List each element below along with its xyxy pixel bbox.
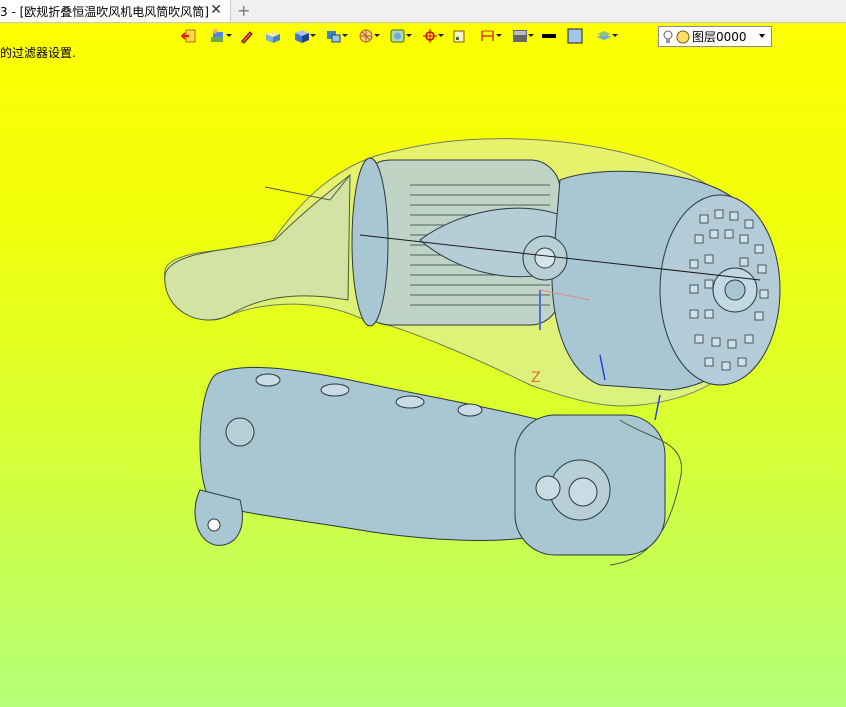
- new-tab-icon[interactable]: +: [237, 1, 250, 20]
- layer-label: 图层0000: [692, 30, 747, 44]
- status-message: 的过滤器设置.: [0, 46, 76, 60]
- layers-view-icon[interactable]: [204, 26, 232, 46]
- layer-stack-icon[interactable]: [590, 26, 618, 46]
- view-toolbar: [178, 25, 618, 47]
- section-view-icon[interactable]: [352, 26, 380, 46]
- shaded-solid-icon[interactable]: [262, 26, 284, 46]
- hair-dryer-model: Z: [164, 138, 781, 566]
- exit-icon[interactable]: [178, 26, 200, 46]
- svg-text:Z: Z: [531, 370, 541, 386]
- background-icon[interactable]: [506, 26, 534, 46]
- work-plane-icon[interactable]: [448, 26, 470, 46]
- document-tab-title: 3 - [欧规折叠恒温吹风机电风筒吹风筒]: [0, 4, 209, 19]
- layer-select[interactable]: 图层0000: [658, 26, 772, 47]
- orient-icon[interactable]: [416, 26, 444, 46]
- tab-bar: 3 - [欧规折叠恒温吹风机电风筒吹风筒] ✕ +: [0, 0, 846, 23]
- document-tab[interactable]: 3 - [欧规折叠恒温吹风机电风筒吹风筒] ✕: [0, 0, 231, 22]
- render-style-icon[interactable]: [384, 26, 412, 46]
- model-viewport[interactable]: Z: [150, 125, 790, 585]
- dimension-icon[interactable]: [474, 26, 502, 46]
- face-color-icon[interactable]: [564, 26, 586, 46]
- display-mode-icon[interactable]: [320, 26, 348, 46]
- close-icon[interactable]: ✕: [210, 2, 222, 18]
- pen-icon[interactable]: [236, 26, 258, 46]
- chevron-down-icon: [759, 34, 765, 38]
- layer-color-icon: [676, 30, 690, 44]
- line-color-icon[interactable]: [538, 26, 560, 46]
- bulb-icon: [663, 30, 673, 44]
- cube-view-icon[interactable]: [288, 26, 316, 46]
